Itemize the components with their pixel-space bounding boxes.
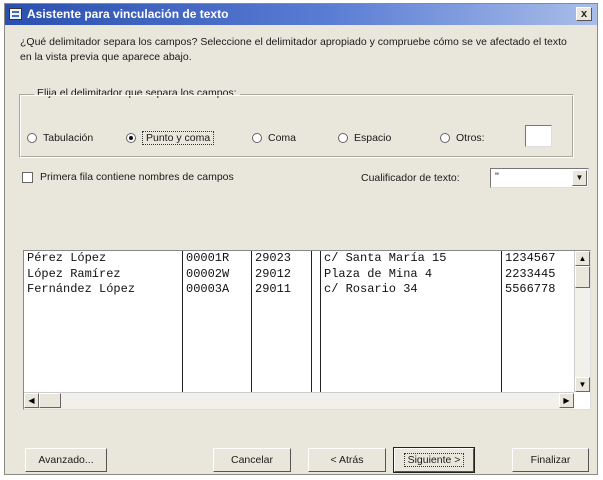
radio-semicolon-indicator[interactable] bbox=[126, 133, 136, 143]
preview-cell: Fernández López bbox=[27, 282, 136, 296]
preview-cell: 29023 bbox=[255, 251, 292, 265]
preview-cell: 1234567 bbox=[505, 251, 556, 265]
radio-tab-label: Tabulación bbox=[43, 132, 94, 144]
first-row-checkbox-box[interactable] bbox=[22, 171, 33, 183]
preview-cell bbox=[312, 267, 320, 283]
preview-column-1: Pérez López López Ramírez Fernández Lópe… bbox=[24, 251, 183, 392]
radio-comma-label: Coma bbox=[268, 132, 297, 144]
radio-comma[interactable]: Coma bbox=[252, 131, 296, 145]
preview-column-5: c/ Santa María 15 Plaza de Mina 4 c/ Ros… bbox=[321, 251, 502, 392]
back-button[interactable]: < Atrás bbox=[308, 448, 386, 472]
next-button[interactable]: Siguiente > bbox=[393, 447, 475, 473]
cancel-button[interactable]: Cancelar bbox=[213, 448, 291, 472]
radio-space-label: Espacio bbox=[354, 132, 392, 144]
instructions-text: ¿Qué delimitador separa los campos? Sele… bbox=[20, 36, 567, 63]
horizontal-scrollbar[interactable]: ◀ ▶ bbox=[24, 392, 574, 409]
preview-cell: 00002W bbox=[186, 266, 230, 281]
finish-button[interactable]: Finalizar bbox=[512, 448, 589, 472]
radio-comma-indicator[interactable] bbox=[252, 133, 262, 143]
text-qualifier-value: " bbox=[495, 171, 499, 183]
scroll-down-icon[interactable]: ▼ bbox=[575, 377, 590, 392]
radio-other[interactable]: Otros: bbox=[440, 131, 485, 145]
advanced-button[interactable]: Avanzado... bbox=[25, 448, 107, 472]
radio-other-indicator[interactable] bbox=[440, 133, 450, 143]
text-qualifier-combo[interactable]: " ▼ bbox=[490, 168, 589, 188]
preview-cell: 5566778 bbox=[505, 282, 556, 296]
advanced-button-label: Avanzado... bbox=[38, 454, 94, 466]
preview-cell: Plaza de Mina 4 bbox=[324, 266, 433, 281]
next-button-label: Siguiente > bbox=[403, 453, 465, 467]
preview-cell bbox=[312, 282, 320, 298]
radio-tab-indicator[interactable] bbox=[27, 133, 37, 143]
radio-semicolon[interactable]: Punto y coma bbox=[126, 131, 215, 145]
radio-space[interactable]: Espacio bbox=[338, 131, 391, 145]
scroll-right-icon[interactable]: ▶ bbox=[559, 393, 574, 408]
back-button-label: < Atrás bbox=[330, 454, 364, 466]
radio-tab[interactable]: Tabulación bbox=[27, 131, 93, 145]
delimiter-group: Elija el delimitador que separa los camp… bbox=[19, 87, 574, 158]
other-delimiter-input[interactable] bbox=[525, 125, 552, 147]
scroll-left-icon[interactable]: ◀ bbox=[24, 393, 39, 408]
text-qualifier-label: Cualificador de texto: bbox=[361, 172, 460, 184]
radio-other-label: Otros: bbox=[456, 132, 485, 144]
finish-button-label: Finalizar bbox=[530, 454, 571, 466]
preview-cell: 00003A bbox=[186, 282, 230, 296]
cancel-button-label: Cancelar bbox=[230, 454, 274, 466]
radio-space-indicator[interactable] bbox=[338, 133, 348, 143]
radio-semicolon-label: Punto y coma bbox=[142, 131, 215, 145]
preview-column-2: 00001R 00002W 00003A bbox=[183, 251, 252, 392]
preview-column-6: 1234567 2233445 5566778 bbox=[502, 251, 574, 392]
preview-cell: c/ Santa María 15 bbox=[324, 251, 447, 265]
preview-cell: 00001R bbox=[186, 251, 230, 265]
first-row-checkbox-label: Primera fila contiene nombres de campos bbox=[40, 171, 234, 183]
preview-cell: 29012 bbox=[255, 266, 292, 281]
preview-cell: 29011 bbox=[255, 282, 292, 296]
preview-columns: Pérez López López Ramírez Fernández Lópe… bbox=[24, 251, 574, 392]
preview-cell: 2233445 bbox=[505, 266, 556, 281]
preview-column-3: 29023 29012 29011 bbox=[252, 251, 312, 392]
preview-column-4 bbox=[312, 251, 321, 392]
vertical-scroll-thumb[interactable] bbox=[575, 266, 590, 288]
preview-cell: López Ramírez bbox=[27, 266, 121, 281]
horizontal-scroll-thumb[interactable] bbox=[39, 393, 61, 408]
title-bar: Asistente para vinculación de texto x bbox=[5, 4, 597, 25]
scroll-up-icon[interactable]: ▲ bbox=[575, 251, 590, 266]
preview-cell bbox=[312, 251, 320, 267]
data-preview-grid[interactable]: Pérez López López Ramírez Fernández Lópe… bbox=[23, 250, 591, 410]
dialog-title: Asistente para vinculación de texto bbox=[27, 7, 229, 21]
preview-cell: Pérez López bbox=[27, 251, 107, 265]
app-icon bbox=[9, 8, 22, 20]
delimiter-group-label: Elija el delimitador que separa los camp… bbox=[34, 87, 240, 99]
first-row-field-names-checkbox[interactable]: Primera fila contiene nombres de campos bbox=[22, 171, 234, 183]
vertical-scrollbar[interactable]: ▲ ▼ bbox=[574, 251, 590, 392]
text-link-wizard-dialog: Asistente para vinculación de texto x ¿Q… bbox=[4, 3, 598, 475]
close-button[interactable]: x bbox=[576, 7, 592, 21]
preview-cell: c/ Rosario 34 bbox=[324, 282, 418, 296]
chevron-down-icon[interactable]: ▼ bbox=[572, 170, 587, 186]
